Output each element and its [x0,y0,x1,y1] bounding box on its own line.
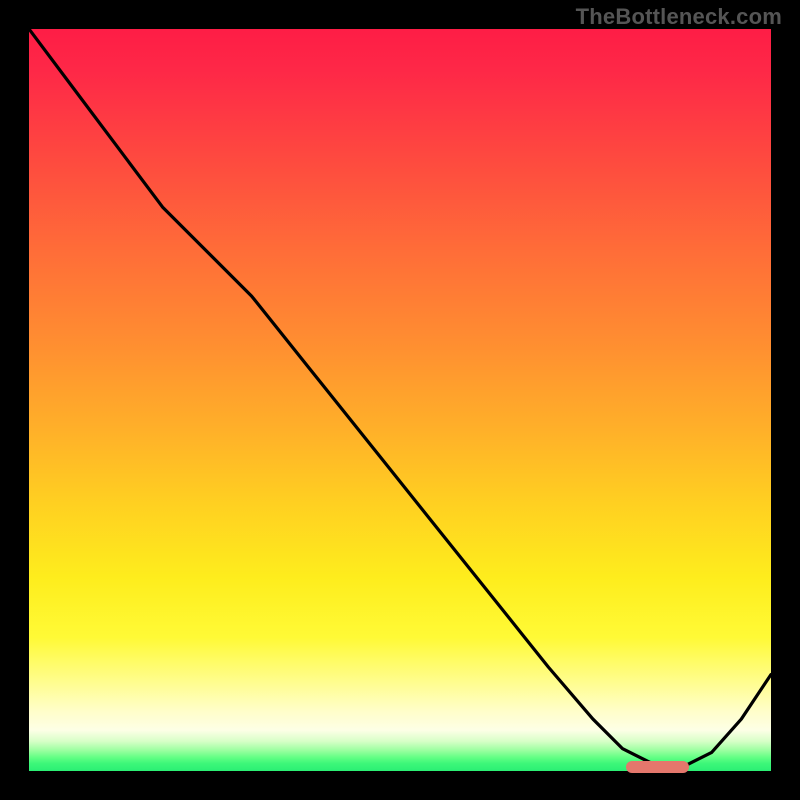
chart-stage: TheBottleneck.com [0,0,800,800]
plot-area [29,29,771,771]
optimum-marker [626,761,689,773]
watermark-text: TheBottleneck.com [576,4,782,30]
line-chart-svg [29,29,771,771]
curve-path [29,29,771,767]
